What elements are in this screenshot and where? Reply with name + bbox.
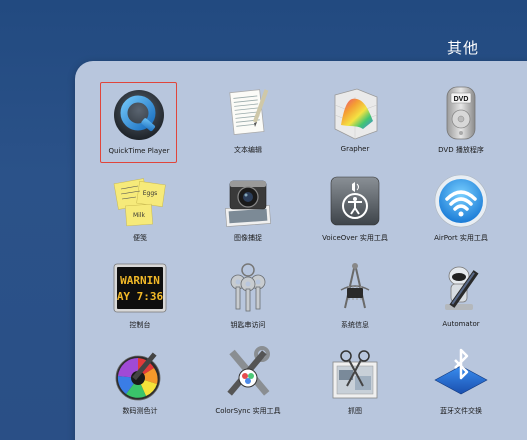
console-text: WARNIN [120,274,160,287]
grapher-icon [327,85,383,141]
dvd-logo-text: DVD [454,96,469,103]
app-automator[interactable]: Automator [421,258,501,338]
app-label: ColorSync 实用工具 [215,407,281,415]
console-icon: WARNIN AY 7:36 [112,260,168,316]
app-colorsync-utility[interactable]: ColorSync 实用工具 [208,344,288,424]
folder-title: 其他 [446,39,479,57]
automator-icon [433,260,489,316]
keychain-icon [220,260,276,316]
system-info-icon [327,260,383,316]
bluetooth-icon [433,346,489,402]
dvd-player-icon: DVD [433,85,489,141]
app-label: 控制台 [129,321,151,329]
app-voiceover-utility[interactable]: VoiceOver 实用工具 [315,171,395,251]
stickies-note-text: Eggs [143,190,158,197]
app-label: DVD 播放程序 [438,146,484,154]
app-stickies[interactable]: Eggs Milk 便笺 [100,171,180,251]
app-quicktime-player[interactable]: QuickTime Player [100,82,177,163]
folder-panel: QuickTime Player 文本编辑 Grapher DVD DVD 播放… [75,61,527,440]
app-label: Grapher [340,145,370,153]
digital-color-meter-icon [112,346,168,402]
app-label: QuickTime Player [108,147,170,155]
stickies-icon: Eggs Milk [112,173,168,229]
app-keychain-access[interactable]: 钥匙串访问 [208,258,288,338]
app-label: 文本编辑 [234,146,262,154]
console-text: AY 7:36 [117,290,164,303]
app-label: 系统信息 [341,321,369,329]
app-label: 数码测色计 [122,407,158,415]
app-system-information[interactable]: 系统信息 [315,258,395,338]
app-console[interactable]: WARNIN AY 7:36 控制台 [100,258,180,338]
image-capture-icon [220,173,276,229]
app-label: AirPort 实用工具 [434,234,488,242]
textedit-icon [220,85,276,141]
app-textedit[interactable]: 文本编辑 [208,83,288,163]
app-label: Automator [442,320,480,328]
app-image-capture[interactable]: 图像捕捉 [208,171,288,251]
grab-icon [327,346,383,402]
app-digital-color-meter[interactable]: 数码测色计 [100,344,180,424]
app-airport-utility[interactable]: AirPort 实用工具 [421,171,501,251]
colorsync-icon [220,346,276,402]
app-grab[interactable]: 抓图 [315,344,395,424]
app-grapher[interactable]: Grapher [315,83,395,163]
app-label: 便笺 [133,234,147,242]
airport-icon [433,173,489,229]
app-label: 钥匙串访问 [230,321,266,329]
app-label: 蓝牙文件交换 [440,407,482,415]
app-bluetooth-file-exchange[interactable]: 蓝牙文件交换 [421,344,501,424]
app-label: 抓图 [348,407,362,415]
stickies-note-text: Milk [133,212,146,219]
app-dvd-player[interactable]: DVD DVD 播放程序 [421,83,501,163]
voiceover-icon [327,173,383,229]
app-label: 图像捕捉 [234,234,262,242]
app-label: VoiceOver 实用工具 [322,234,388,242]
quicktime-icon [111,87,167,143]
